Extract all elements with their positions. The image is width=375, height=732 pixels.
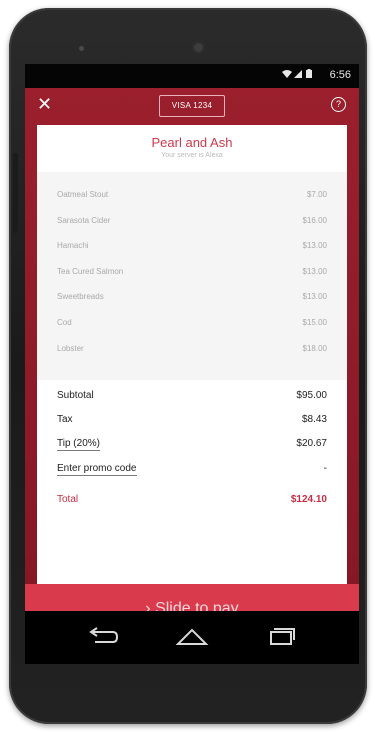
wifi-signal-battery-icon	[282, 69, 312, 78]
list-item: Lobster $18.00	[57, 344, 327, 358]
close-icon[interactable]: ✕	[37, 94, 52, 114]
promo-row: Enter promo code -	[57, 463, 327, 477]
item-name: Sweetbreads	[57, 292, 104, 301]
front-camera	[192, 41, 205, 54]
total-row: Total $124.10	[57, 494, 327, 508]
subtotal-label: Subtotal	[57, 390, 94, 401]
tax-row: Tax $8.43	[57, 414, 327, 428]
tip-selector-link[interactable]: Tip (20%)	[57, 438, 100, 451]
item-price: $18.00	[302, 344, 327, 353]
status-icons	[281, 69, 315, 82]
item-name: Lobster	[57, 344, 84, 353]
item-price: $16.00	[302, 216, 327, 225]
list-item: Sweetbreads $13.00	[57, 292, 327, 306]
phone-screen: 6:56 ✕ VISA 1234 ? Pearl and Ash Your se…	[25, 64, 359, 664]
card-selector-button[interactable]: VISA 1234	[159, 95, 225, 117]
list-item: Cod $15.00	[57, 318, 327, 332]
item-price: $7.00	[306, 190, 327, 199]
item-price: $13.00	[302, 241, 327, 250]
list-item: Tea Cured Salmon $13.00	[57, 267, 327, 281]
recents-icon[interactable]	[261, 624, 301, 650]
tax-value: $8.43	[301, 414, 327, 425]
back-icon[interactable]	[83, 624, 123, 650]
total-value: $124.10	[290, 494, 327, 505]
home-icon[interactable]	[172, 624, 212, 650]
item-price: $13.00	[302, 292, 327, 301]
help-icon[interactable]: ?	[331, 97, 346, 112]
list-item: Hamachi $13.00	[57, 241, 327, 255]
item-name: Tea Cured Salmon	[57, 267, 124, 276]
receipt-card: Pearl and Ash Your server is Alexa Oatme…	[37, 125, 347, 611]
item-name: Cod	[57, 318, 72, 327]
item-name: Hamachi	[57, 241, 89, 250]
status-bar: 6:56	[25, 64, 359, 88]
item-name: Sarasota Cider	[57, 216, 111, 225]
sensor-dot	[79, 46, 84, 51]
tip-value: $20.67	[296, 438, 327, 449]
item-price: $15.00	[302, 318, 327, 327]
restaurant-name: Pearl and Ash	[151, 135, 233, 150]
item-price: $13.00	[302, 267, 327, 276]
list-item: Sarasota Cider $16.00	[57, 216, 327, 230]
status-time: 6:56	[329, 69, 351, 81]
total-label: Total	[57, 494, 79, 505]
android-nav-bar	[25, 611, 359, 664]
top-bar: ✕ VISA 1234 ?	[25, 88, 359, 124]
promo-code-link[interactable]: Enter promo code	[57, 463, 137, 476]
list-item: Oatmeal Stout $7.00	[57, 190, 327, 204]
item-list: Oatmeal Stout $7.00 Sarasota Cider $16.0…	[37, 172, 347, 380]
subtotal-row: Subtotal $95.00	[57, 390, 327, 404]
power-button	[13, 153, 18, 233]
promo-value: -	[323, 463, 327, 474]
item-name: Oatmeal Stout	[57, 190, 109, 199]
subtotal-value: $95.00	[296, 390, 327, 401]
payment-app: ✕ VISA 1234 ? Pearl and Ash Your server …	[25, 88, 359, 634]
server-text: Your server is Alexa	[161, 152, 223, 159]
tax-label: Tax	[57, 414, 73, 425]
tip-row: Tip (20%) $20.67	[57, 438, 327, 452]
